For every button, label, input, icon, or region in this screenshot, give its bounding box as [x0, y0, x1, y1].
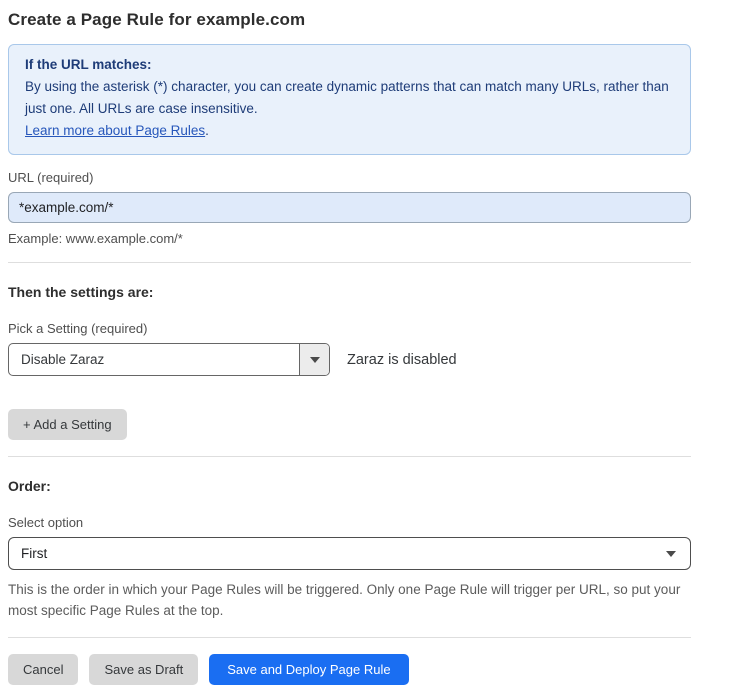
setting-row: Disable Zaraz Zaraz is disabled — [8, 343, 691, 376]
setting-select-arrow-button[interactable] — [299, 344, 329, 375]
settings-section-heading: Then the settings are: — [8, 284, 691, 300]
url-field-label: URL (required) — [8, 170, 691, 185]
url-input[interactable] — [8, 192, 691, 223]
setting-select[interactable]: Disable Zaraz — [8, 343, 330, 376]
divider — [8, 456, 691, 457]
order-select-label: Select option — [8, 515, 691, 530]
add-setting-button[interactable]: + Add a Setting — [8, 409, 127, 440]
info-link-line: Learn more about Page Rules. — [25, 120, 674, 142]
setting-select-value: Disable Zaraz — [9, 344, 299, 375]
info-link-period: . — [205, 123, 209, 138]
divider — [8, 262, 691, 263]
url-match-info-box: If the URL matches: By using the asteris… — [8, 44, 691, 155]
learn-more-link[interactable]: Learn more about Page Rules — [25, 123, 205, 138]
order-select[interactable]: First — [8, 537, 691, 570]
setting-picker-label: Pick a Setting (required) — [8, 321, 691, 336]
divider — [8, 637, 691, 638]
page-title: Create a Page Rule for example.com — [8, 10, 691, 30]
info-box-heading: If the URL matches: — [25, 54, 674, 76]
page-rule-form: Create a Page Rule for example.com If th… — [8, 0, 691, 685]
url-field-hint: Example: www.example.com/* — [8, 231, 691, 246]
order-section-heading: Order: — [8, 478, 691, 494]
chevron-down-icon — [666, 551, 676, 557]
setting-status-text: Zaraz is disabled — [347, 352, 457, 368]
dropdown-arrow-icon — [310, 357, 320, 363]
info-box-body: By using the asterisk (*) character, you… — [25, 76, 674, 120]
order-select-value: First — [21, 546, 47, 561]
order-description: This is the order in which your Page Rul… — [8, 579, 691, 621]
